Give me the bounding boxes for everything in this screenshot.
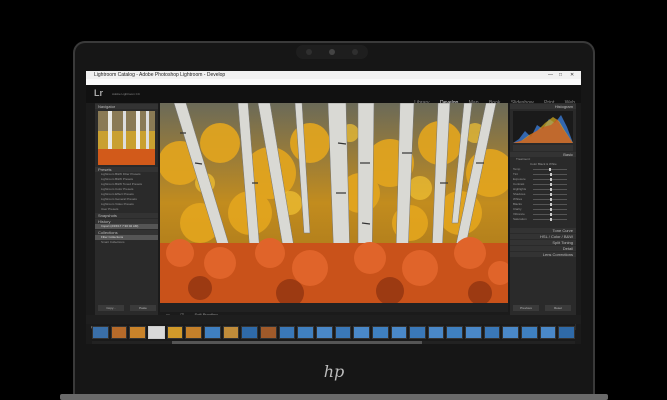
film-thumb[interactable] (502, 326, 520, 339)
film-thumb[interactable] (465, 326, 482, 339)
close-button[interactable]: ✕ (570, 71, 574, 79)
paste-button[interactable]: Paste (130, 305, 156, 311)
film-thumb[interactable] (92, 326, 109, 339)
film-thumb[interactable] (259, 326, 277, 339)
previous-button[interactable]: Previous (513, 305, 539, 311)
slider-saturation[interactable]: Saturation (513, 217, 573, 222)
film-thumb[interactable] (297, 326, 314, 339)
right-panel: Histogram Basic Treatment: Color Black &… (510, 103, 576, 330)
film-thumb[interactable] (521, 326, 538, 339)
navigator-header[interactable]: Navigator (95, 104, 158, 109)
tone-curve-header[interactable]: Tone Curve (510, 228, 576, 233)
laptop-screen: Lightroom Catalog - Adobe Photoshop Ligh… (86, 71, 581, 344)
film-thumb[interactable] (353, 326, 370, 339)
photo-canvas[interactable] (160, 103, 508, 303)
window-title: Lightroom Catalog - Adobe Photoshop Ligh… (94, 72, 226, 78)
film-thumb[interactable] (334, 326, 352, 339)
filmstrip-bar: ▦ ◀ ▶ Previous Import 1 photo / 1 select… (86, 315, 581, 329)
split-toning-header[interactable]: Split Toning (510, 240, 576, 245)
catalog-name: Adobe Lightroom CC (112, 92, 141, 96)
window-titlebar: Lightroom Catalog - Adobe Photoshop Ligh… (86, 71, 581, 79)
preset-item[interactable]: User Presets (95, 207, 158, 212)
navigator-preview[interactable] (98, 111, 155, 165)
histogram (513, 111, 573, 143)
histogram-header[interactable]: Histogram (510, 104, 576, 109)
treatment-bw[interactable]: Black & White (538, 162, 557, 166)
film-thumb[interactable] (222, 326, 240, 339)
scrollbar-thumb[interactable] (172, 341, 422, 344)
hp-logo: hp (323, 362, 345, 381)
film-thumb-selected[interactable] (147, 326, 165, 339)
film-thumb[interactable] (241, 326, 258, 339)
film-thumb[interactable] (185, 326, 202, 339)
tool-strip[interactable] (513, 145, 573, 151)
lens-corrections-header[interactable]: Lens Corrections (510, 252, 576, 257)
slider-label: Saturation (513, 217, 527, 221)
snapshots-header[interactable]: Snapshots (95, 213, 158, 218)
lightroom-logo: Lr (94, 88, 103, 98)
photo-image (160, 103, 508, 303)
detail-header[interactable]: Detail (510, 246, 576, 251)
film-thumb[interactable] (483, 326, 501, 339)
film-thumb[interactable] (315, 326, 333, 339)
laptop-base (60, 394, 608, 400)
reset-button[interactable]: Reset (545, 305, 571, 311)
treatment-color[interactable]: Color (530, 162, 537, 166)
film-thumb[interactable] (390, 326, 408, 339)
film-thumb[interactable] (166, 326, 184, 339)
filmstrip (92, 324, 576, 341)
histogram-graph (513, 115, 573, 143)
identity-plate: Lr Adobe Lightroom CC Library Develop Ma… (86, 85, 581, 106)
maximize-button[interactable]: □ (559, 71, 562, 79)
film-thumb[interactable] (427, 326, 445, 339)
copy-button[interactable]: Copy... (98, 305, 124, 311)
history-item[interactable]: Import (2/15/17 7:30:02 AM) (95, 224, 158, 229)
film-thumb[interactable] (371, 326, 389, 339)
sensor-icon (306, 49, 312, 55)
collection-item[interactable]: Smart Collections (95, 240, 158, 245)
camera-icon (329, 49, 335, 55)
navigator-image (98, 111, 155, 165)
develop-toolbar: ▭ ◫ Soft Proofing (160, 303, 508, 317)
filmstrip-scrollbar[interactable] (92, 341, 575, 344)
film-thumb[interactable] (110, 326, 128, 339)
webcam-bar (296, 45, 368, 59)
film-thumb[interactable] (539, 326, 557, 339)
left-panel: Navigator Presets Lightroom B&W Filter P… (95, 103, 158, 330)
hsl-header[interactable]: HSL / Color / B&W (510, 234, 576, 239)
film-thumb[interactable] (203, 326, 221, 339)
film-thumb[interactable] (129, 326, 146, 339)
sensor-icon (352, 49, 358, 55)
film-thumb[interactable] (558, 326, 576, 339)
film-thumb[interactable] (409, 326, 426, 339)
film-thumb[interactable] (278, 326, 296, 339)
film-thumb[interactable] (446, 326, 464, 339)
minimize-button[interactable]: — (548, 71, 553, 79)
